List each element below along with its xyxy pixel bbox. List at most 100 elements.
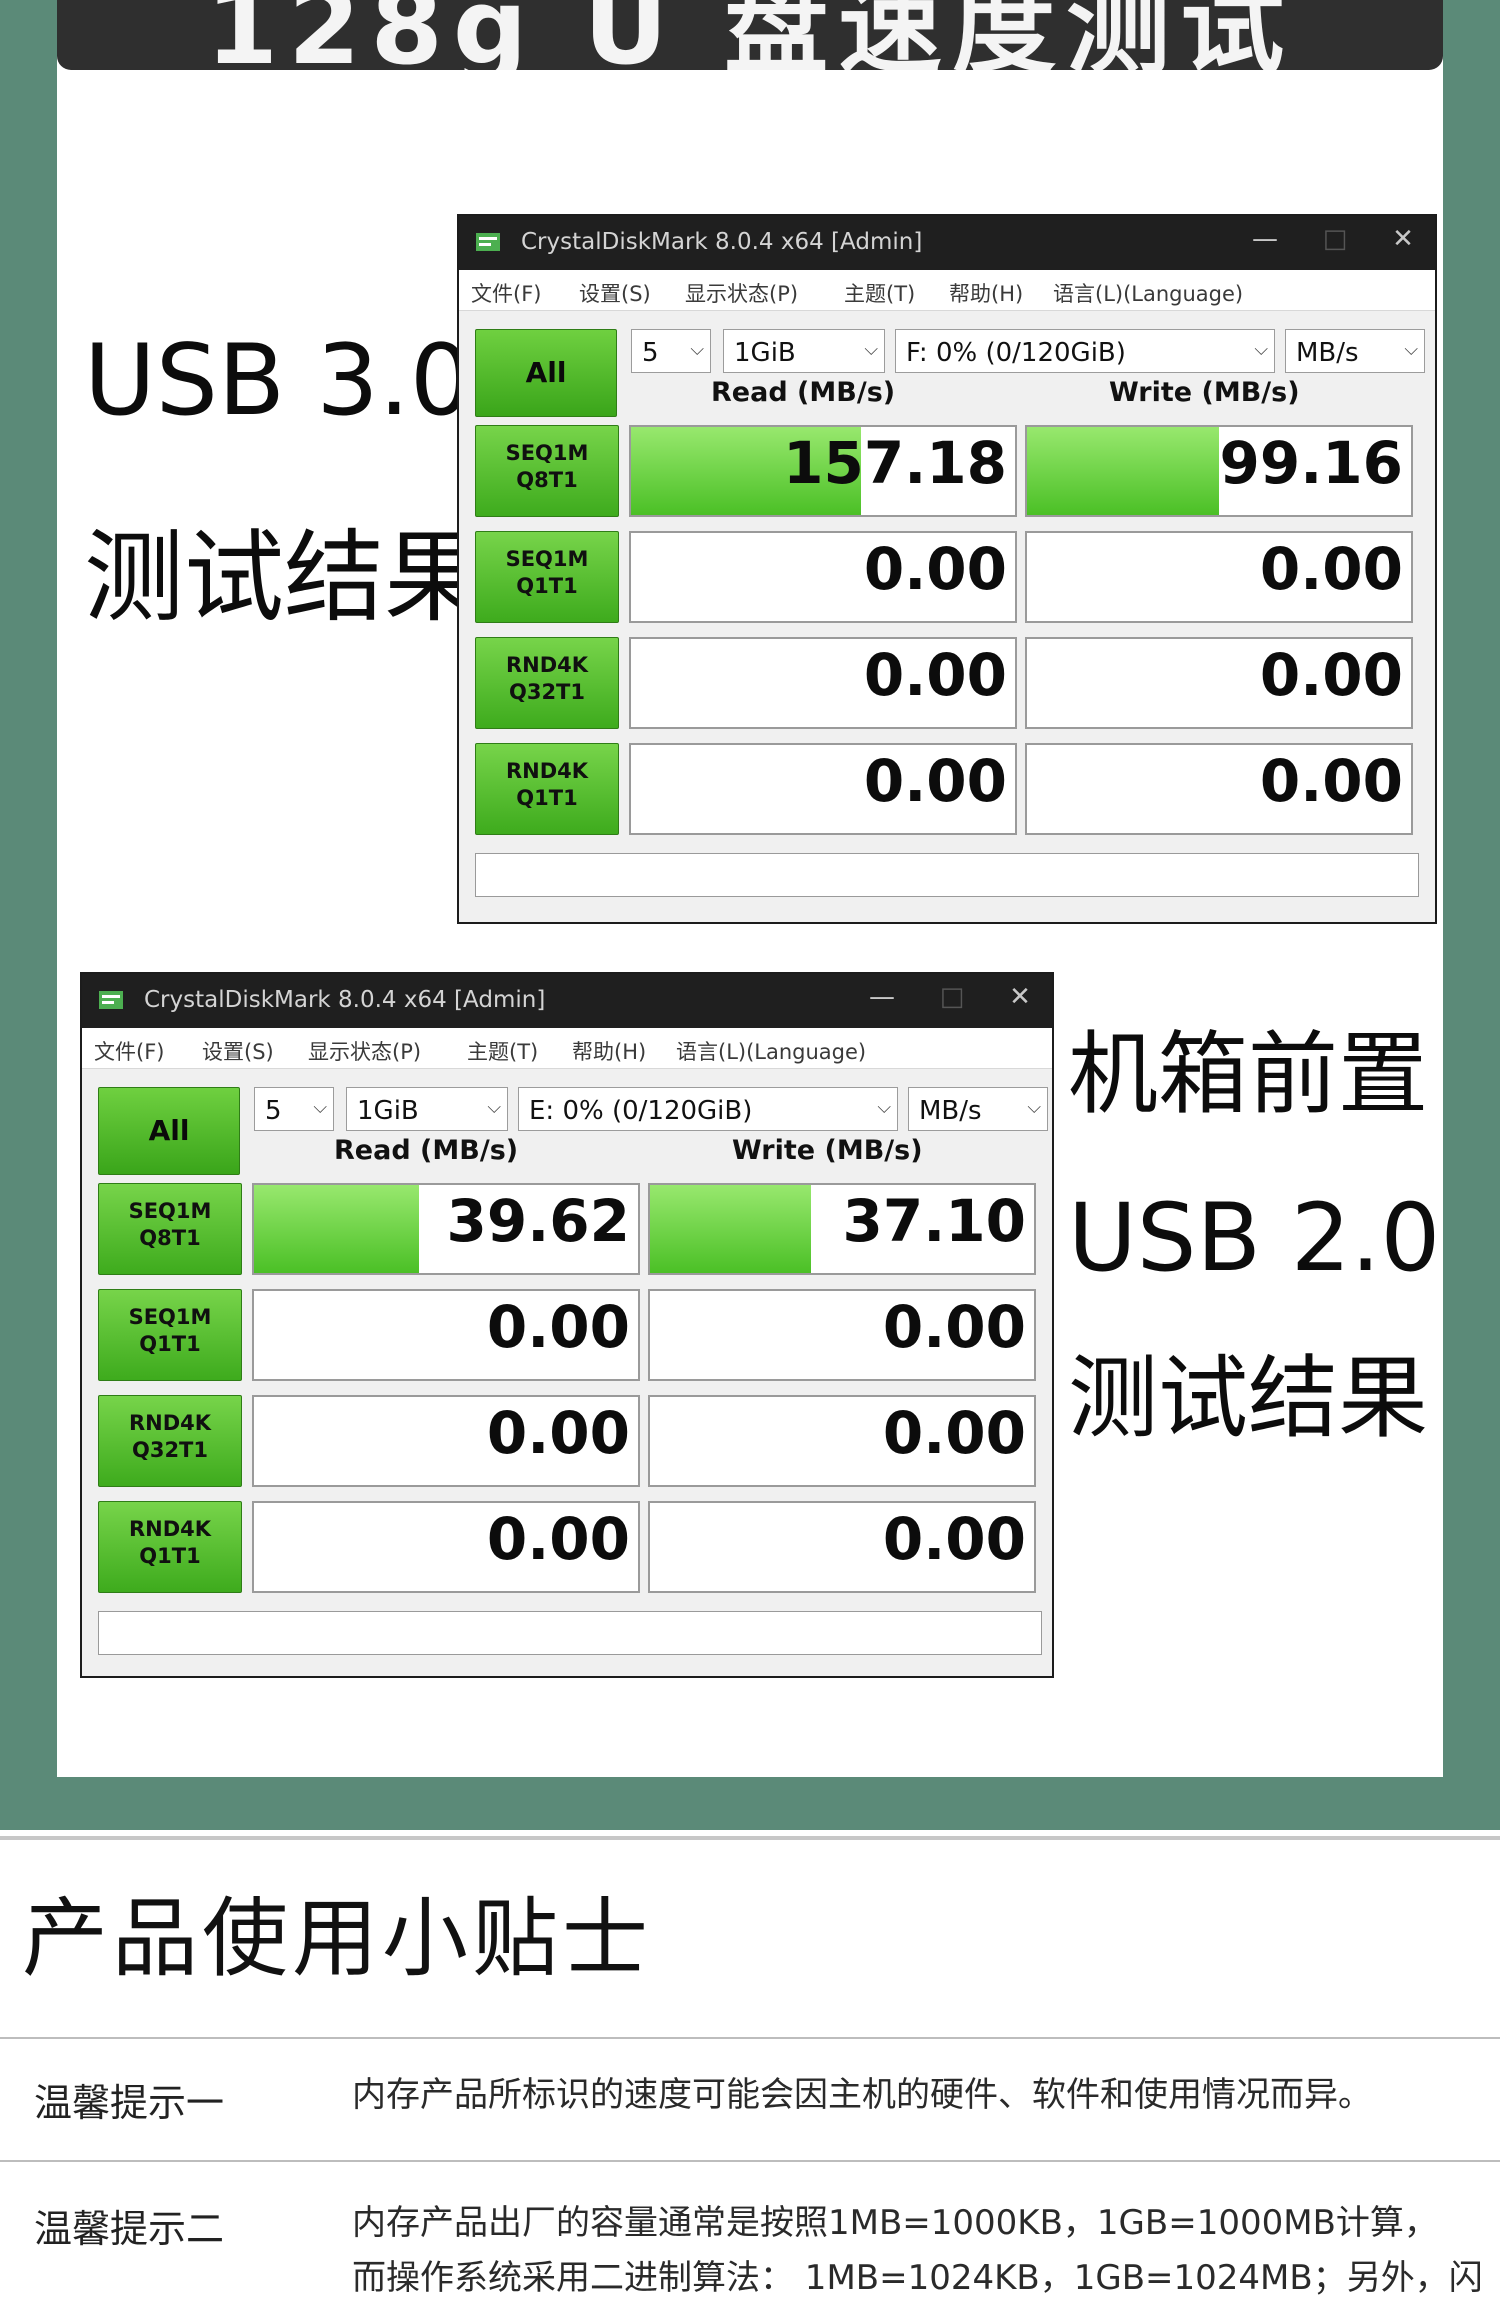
- count-select[interactable]: 5 ⌵: [631, 329, 711, 373]
- read-result-cell: 0.00: [629, 531, 1017, 623]
- banner-title: 128g U 盘速度测试: [205, 0, 1295, 70]
- menu-item[interactable]: 帮助(H): [949, 278, 1023, 308]
- count-select[interactable]: 5 ⌵: [254, 1087, 334, 1131]
- window-body: All 5 ⌵ 1GiB ⌵ F: 0% (0/120GiB) ⌵ MB/s ⌵ Read (MB…: [459, 311, 1435, 922]
- write-result-cell: 37.10: [648, 1183, 1036, 1275]
- tip-label: 温馨提示一: [34, 2081, 225, 2125]
- minimize-button[interactable]: —: [1245, 224, 1285, 254]
- write-result-value: 0.00: [1259, 747, 1403, 815]
- test-button[interactable]: RND4K Q1T1: [475, 743, 619, 835]
- test-queue: Q1T1: [139, 1544, 201, 1568]
- test-queue: Q1T1: [139, 1332, 201, 1356]
- test-button[interactable]: SEQ1M Q1T1: [475, 531, 619, 623]
- test-queue: Q1T1: [516, 786, 578, 810]
- chevron-down-icon: ⌵: [1404, 339, 1418, 360]
- test-button[interactable]: RND4K Q32T1: [98, 1395, 242, 1487]
- size-select-value: 1GiB: [357, 1096, 419, 1126]
- test-queue: Q1T1: [516, 574, 578, 598]
- menu-item[interactable]: 语言(L)(Language): [676, 1036, 866, 1066]
- count-select-value: 5: [265, 1096, 282, 1126]
- section-divider: [0, 1836, 1500, 1840]
- tip-label: 温馨提示二: [34, 2207, 225, 2251]
- write-progress-bar: [1027, 427, 1219, 515]
- maximize-button[interactable]: □: [932, 982, 972, 1012]
- write-result-cell: 99.16: [1025, 425, 1413, 517]
- test-button[interactable]: RND4K Q32T1: [475, 637, 619, 729]
- title-bar: CrystalDiskMark 8.0.4 x64 [Admin] — □ ✕: [459, 216, 1435, 270]
- app-icon: [98, 989, 124, 1011]
- usb2-title: USB 2.0: [1068, 1184, 1441, 1293]
- menu-item[interactable]: 文件(F): [94, 1036, 164, 1066]
- drive-select[interactable]: E: 0% (0/120GiB) ⌵: [518, 1087, 898, 1131]
- test-name: RND4K: [505, 653, 589, 677]
- size-select[interactable]: 1GiB ⌵: [346, 1087, 508, 1131]
- chassis-front-label: 机箱前置: [1068, 1022, 1428, 1127]
- drive-select-value: E: 0% (0/120GiB): [529, 1096, 753, 1126]
- test-name: SEQ1M: [505, 547, 589, 571]
- chevron-down-icon: ⌵: [1254, 339, 1268, 360]
- write-result-cell: 0.00: [1025, 743, 1413, 835]
- unit-select[interactable]: MB/s ⌵: [1285, 329, 1425, 373]
- read-result-value: 157.18: [783, 429, 1007, 497]
- read-result-value: 0.00: [486, 1293, 630, 1361]
- title-bar: CrystalDiskMark 8.0.4 x64 [Admin] — □ ✕: [82, 974, 1052, 1028]
- write-progress-bar: [650, 1185, 812, 1273]
- test-name: SEQ1M: [128, 1199, 212, 1223]
- menu-bar: 文件(F) 设置(S) 显示状态(P) 主题(T) 帮助(H) 语言(L)(Languag…: [459, 270, 1435, 311]
- read-result-value: 0.00: [486, 1505, 630, 1573]
- test-queue: Q32T1: [131, 1438, 208, 1462]
- menu-item[interactable]: 语言(L)(Language): [1053, 278, 1243, 308]
- menu-item[interactable]: 显示状态(P): [685, 278, 798, 308]
- minimize-button[interactable]: —: [862, 982, 902, 1012]
- read-result-cell: 157.18: [629, 425, 1017, 517]
- menu-item[interactable]: 主题(T): [467, 1036, 538, 1066]
- drive-select-value: F: 0% (0/120GiB): [906, 338, 1126, 368]
- drive-select[interactable]: F: 0% (0/120GiB) ⌵: [895, 329, 1275, 373]
- test-button[interactable]: SEQ1M Q8T1: [98, 1183, 242, 1275]
- unit-select[interactable]: MB/s ⌵: [908, 1087, 1048, 1131]
- test-name: RND4K: [128, 1411, 212, 1435]
- all-button[interactable]: All: [475, 329, 617, 417]
- usb3-title: USB 3.0: [84, 324, 473, 438]
- test-button[interactable]: RND4K Q1T1: [98, 1501, 242, 1593]
- close-button[interactable]: ✕: [1383, 224, 1423, 254]
- write-result-value: 0.00: [882, 1505, 1026, 1573]
- read-progress-bar: [254, 1185, 420, 1273]
- test-button[interactable]: SEQ1M Q8T1: [475, 425, 619, 517]
- write-result-cell: 0.00: [1025, 637, 1413, 729]
- read-result-value: 0.00: [863, 747, 1007, 815]
- menu-bar: 文件(F) 设置(S) 显示状态(P) 主题(T) 帮助(H) 语言(L)(Languag…: [82, 1028, 1052, 1069]
- size-select[interactable]: 1GiB ⌵: [723, 329, 885, 373]
- chevron-down-icon: ⌵: [690, 339, 704, 360]
- chevron-down-icon: ⌵: [487, 1097, 501, 1118]
- crystaldiskmark-window-usb2: CrystalDiskMark 8.0.4 x64 [Admin] — □ ✕ 文件(F…: [80, 972, 1054, 1678]
- menu-item[interactable]: 主题(T): [844, 278, 915, 308]
- read-result-value: 39.62: [446, 1187, 630, 1255]
- close-button[interactable]: ✕: [1000, 982, 1040, 1012]
- write-result-value: 99.16: [1219, 429, 1403, 497]
- read-result-cell: 0.00: [252, 1289, 640, 1381]
- tip-text: 内存产品所标识的速度可能会因主机的硬件、软件和使用情况而异。: [352, 2075, 1372, 2115]
- test-button[interactable]: SEQ1M Q1T1: [98, 1289, 242, 1381]
- maximize-button[interactable]: □: [1315, 224, 1355, 254]
- test-name: RND4K: [128, 1517, 212, 1541]
- read-result-cell: 0.00: [252, 1501, 640, 1593]
- chevron-down-icon: ⌵: [1027, 1097, 1041, 1118]
- usb3-result-label: 测试结果: [84, 519, 484, 636]
- read-result-value: 0.00: [863, 641, 1007, 709]
- write-result-value: 0.00: [882, 1293, 1026, 1361]
- chevron-down-icon: ⌵: [313, 1097, 327, 1118]
- menu-item[interactable]: 帮助(H): [572, 1036, 646, 1066]
- table-rule: [0, 2160, 1500, 2162]
- table-rule: [0, 2037, 1500, 2039]
- tips-heading: 产品使用小贴士: [22, 1889, 652, 1989]
- all-button[interactable]: All: [98, 1087, 240, 1175]
- menu-item[interactable]: 设置(S): [202, 1036, 274, 1066]
- unit-select-value: MB/s: [1296, 338, 1359, 368]
- menu-item[interactable]: 显示状态(P): [308, 1036, 421, 1066]
- write-column-header: Write (MB/s): [1109, 377, 1300, 408]
- menu-item[interactable]: 文件(F): [471, 278, 541, 308]
- menu-item[interactable]: 设置(S): [579, 278, 651, 308]
- size-select-value: 1GiB: [734, 338, 796, 368]
- test-name: SEQ1M: [128, 1305, 212, 1329]
